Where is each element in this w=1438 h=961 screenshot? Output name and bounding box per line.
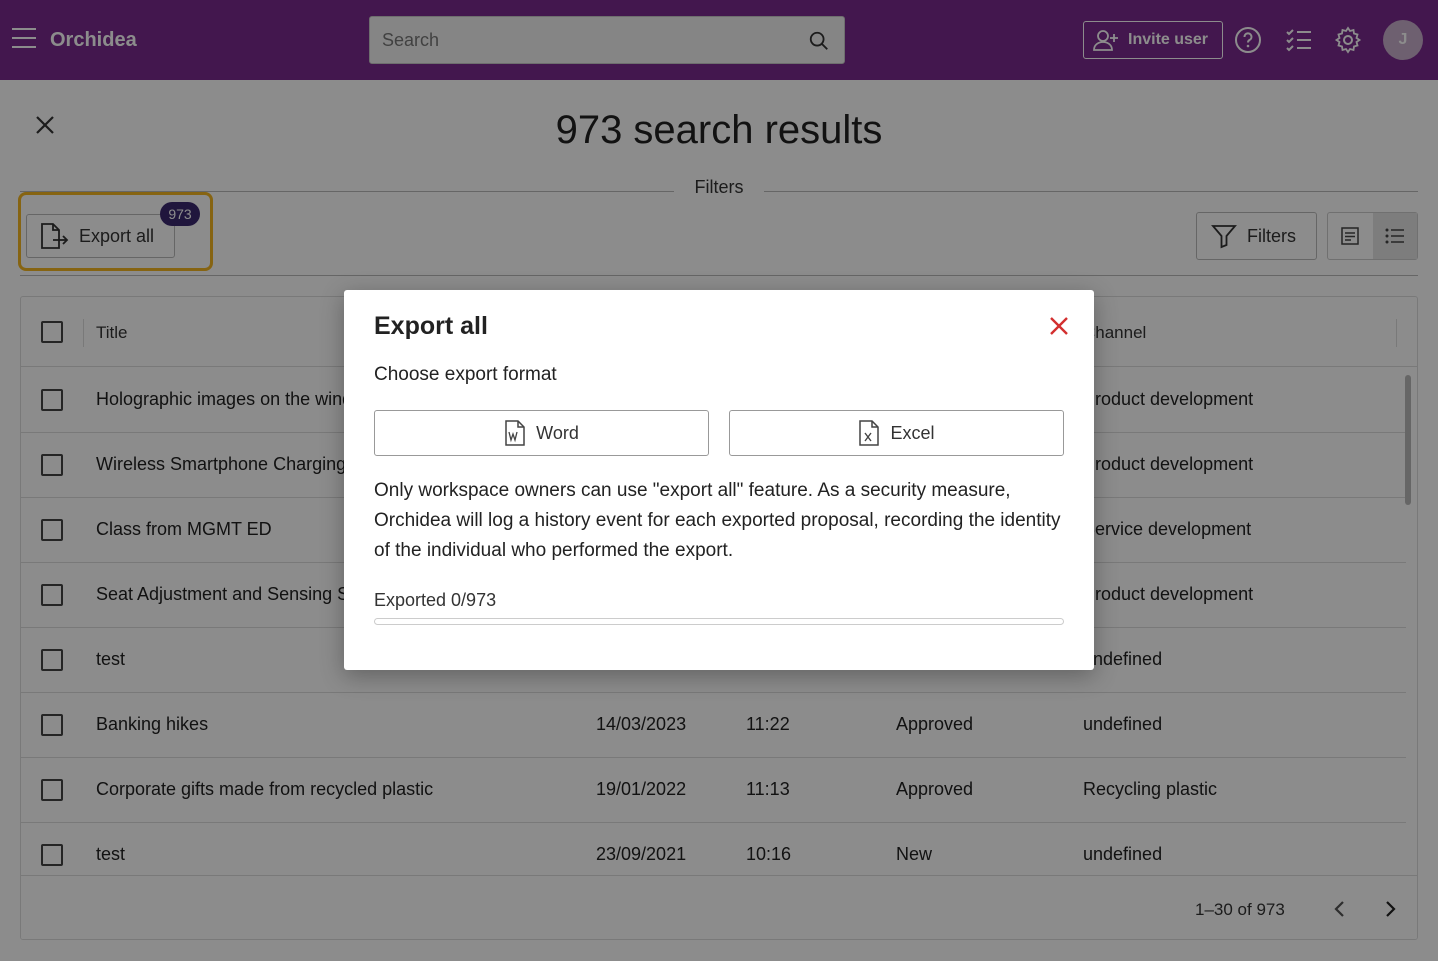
export-progress-label: Exported 0/973	[374, 590, 497, 610]
export-all-dialog: Export all Choose export format Word Exc…	[344, 290, 1094, 670]
word-file-icon	[505, 420, 525, 446]
excel-label: Excel	[890, 422, 935, 443]
export-word-button[interactable]: Word	[374, 410, 709, 456]
dialog-description: Only workspace owners can use "export al…	[374, 480, 1061, 561]
word-label: Word	[536, 422, 579, 443]
dialog-subtitle: Choose export format	[374, 364, 557, 385]
export-progress-bar	[374, 618, 1064, 625]
export-excel-button[interactable]: Excel	[729, 410, 1064, 456]
close-dialog-icon[interactable]	[1047, 314, 1071, 338]
excel-file-icon	[859, 420, 880, 446]
dialog-title: Export all	[374, 312, 488, 340]
